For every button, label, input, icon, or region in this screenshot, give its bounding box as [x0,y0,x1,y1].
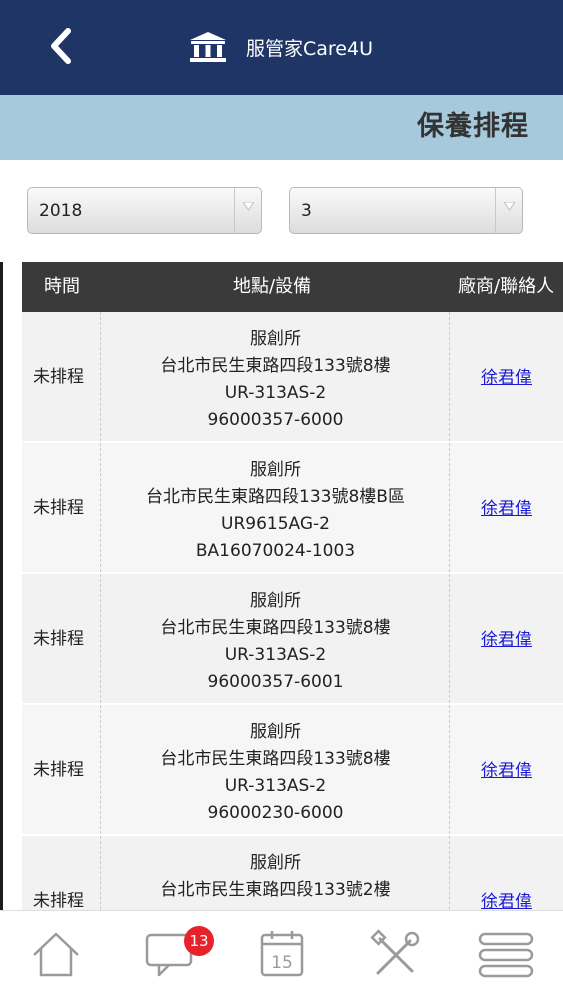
year-select[interactable]: 2018 [27,187,262,234]
page-title: 保養排程 [417,111,529,142]
tools-icon [370,929,420,975]
contact-link[interactable]: 徐君偉 [450,629,563,651]
contact-link[interactable]: 徐君偉 [450,498,563,520]
table-row[interactable]: 未排程 服創所 台北市民生東路四段133號8樓B區 UR9615AG-2 BA1… [22,443,563,574]
equipment-model: UR-313AS-2 [224,645,327,665]
chevron-left-icon [51,28,71,64]
menu-tab[interactable] [478,929,534,981]
header-vendor: 廠商/聯絡人 [458,276,555,297]
app-title: 服管家Care4U [246,38,373,60]
bottom-tab-bar: 13 15 [0,910,563,1000]
address: 台北市民生東路四段133號2樓 [160,880,391,900]
contact-link[interactable]: 徐君偉 [450,760,563,782]
message-count-badge: 13 [184,926,214,956]
serial-number: 96000357-6000 [207,410,344,430]
address: 台北市民生東路四段133號8樓 [160,618,391,638]
month-select[interactable]: 3 [289,187,523,234]
menu-icon [478,932,534,978]
equipment-model: UR9615AG-2 [221,514,330,534]
vendor-cell: 徐君偉 [450,574,563,703]
time-cell: 未排程 [22,312,101,441]
serial-number: BA16070024-1003 [195,541,356,561]
table-row[interactable]: 未排程 服創所 台北市民生東路四段133號2樓 徐君偉 [22,836,563,910]
home-tab[interactable] [30,929,82,981]
month-select-value: 3 [301,201,312,221]
contact-link[interactable]: 徐君偉 [450,367,563,389]
time-value: 未排程 [33,891,84,910]
table-row[interactable]: 未排程 服創所 台北市民生東路四段133號8樓 UR-313AS-2 96000… [22,705,563,836]
time-cell: 未排程 [22,705,101,834]
header-time: 時間 [44,276,80,297]
place-name: 服創所 [250,591,301,611]
triangle-down-icon [504,202,515,211]
location-cell: 服創所 台北市民生東路四段133號8樓B區 UR9615AG-2 BA16070… [101,443,450,572]
place-name: 服創所 [250,329,301,349]
address: 台北市民生東路四段133號8樓 [160,749,391,769]
vendor-cell: 徐君偉 [450,705,563,834]
table-row[interactable]: 未排程 服創所 台北市民生東路四段133號8樓 UR-313AS-2 96000… [22,312,563,443]
location-cell: 服創所 台北市民生東路四段133號8樓 UR-313AS-2 96000357-… [101,312,450,441]
address: 台北市民生東路四段133號8樓B區 [146,487,405,507]
top-navigation-bar: 服管家Care4U [0,0,563,95]
address: 台北市民生東路四段133號8樓 [160,356,391,376]
vendor-cell: 徐君偉 [450,312,563,441]
bank-building-icon [190,32,226,62]
place-name: 服創所 [250,853,301,873]
place-name: 服創所 [250,722,301,742]
table-row[interactable]: 未排程 服創所 台北市民生東路四段133號8樓 UR-313AS-2 96000… [22,574,563,705]
calendar-tab[interactable]: 15 [256,929,308,981]
vendor-cell: 徐君偉 [450,443,563,572]
serial-number: 96000357-6001 [207,672,344,692]
year-select-value: 2018 [39,201,83,221]
serial-number: 96000230-6000 [207,803,344,823]
page-title-band: 保養排程 [0,95,563,160]
time-value: 未排程 [33,498,84,518]
tools-tab[interactable] [370,929,422,981]
home-icon [33,932,79,977]
header-location: 地點/設備 [233,276,312,297]
triangle-down-icon [243,202,254,211]
maintenance-schedule-table[interactable]: 時間 地點/設備 廠商/聯絡人 未排程 服創所 台北市民生東路四段133號8樓 … [0,262,563,910]
time-value: 未排程 [33,760,84,780]
month-dropdown-arrow [495,188,522,233]
back-button[interactable] [38,22,88,70]
equipment-model: UR-313AS-2 [224,776,327,796]
calendar-icon: 15 [260,931,304,977]
time-cell: 未排程 [22,443,101,572]
contact-link[interactable]: 徐君偉 [450,891,563,910]
calendar-day: 15 [271,953,293,973]
vendor-cell: 徐君偉 [450,836,563,910]
location-cell: 服創所 台北市民生東路四段133號2樓 [101,836,450,910]
equipment-model: UR-313AS-2 [224,383,327,403]
time-value: 未排程 [33,367,84,387]
time-cell: 未排程 [22,836,101,910]
location-cell: 服創所 台北市民生東路四段133號8樓 UR-313AS-2 96000357-… [101,574,450,703]
time-value: 未排程 [33,629,84,649]
table-header: 時間 地點/設備 廠商/聯絡人 [22,262,563,312]
table-left-edge [0,262,3,910]
place-name: 服創所 [250,460,301,480]
year-dropdown-arrow [234,188,261,233]
location-cell: 服創所 台北市民生東路四段133號8樓 UR-313AS-2 96000230-… [101,705,450,834]
time-cell: 未排程 [22,574,101,703]
